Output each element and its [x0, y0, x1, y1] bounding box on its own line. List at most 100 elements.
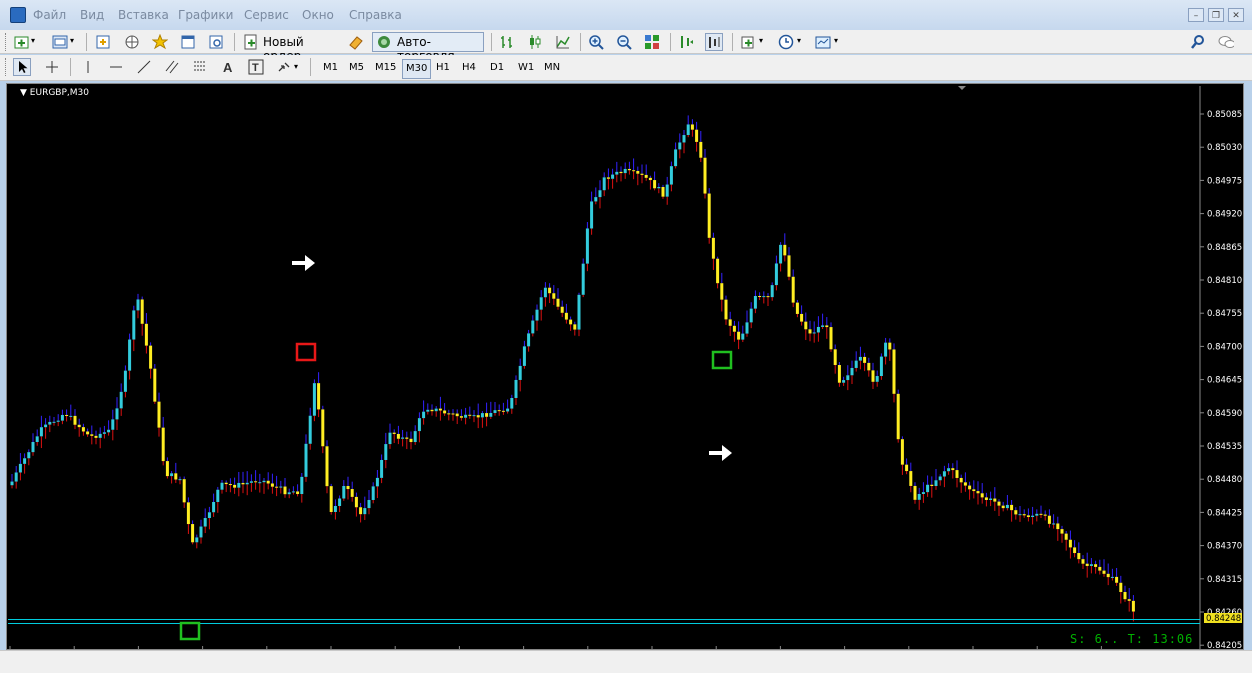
- candle: [690, 119, 694, 137]
- candle: [984, 492, 988, 507]
- right-arrow-icon: [292, 255, 315, 271]
- candle: [254, 470, 258, 490]
- candle: [153, 364, 157, 404]
- candle: [947, 463, 951, 475]
- candle: [132, 305, 136, 352]
- candle: [829, 322, 833, 352]
- candle: [644, 164, 648, 181]
- candle: [598, 180, 602, 209]
- candle: [342, 480, 346, 501]
- candle: [888, 338, 892, 361]
- candle: [1131, 595, 1135, 622]
- candle: [161, 416, 165, 466]
- candle: [18, 453, 22, 481]
- candle: [745, 310, 749, 337]
- candle: [1119, 575, 1123, 604]
- candle: [783, 233, 787, 262]
- candle: [1106, 563, 1110, 586]
- candle: [636, 166, 640, 186]
- candle: [237, 471, 241, 497]
- candle: [720, 272, 724, 312]
- candle: [77, 418, 81, 437]
- candle: [938, 474, 942, 486]
- candle: [480, 411, 484, 428]
- status-indicator: S: 6.. T: 13:06: [1070, 632, 1194, 646]
- candle: [1035, 509, 1039, 522]
- candle: [1094, 560, 1098, 574]
- candle: [262, 478, 266, 494]
- candle: [917, 487, 921, 510]
- candle: [997, 499, 1001, 516]
- candle: [884, 337, 888, 365]
- candle: [871, 362, 875, 389]
- candle: [627, 161, 631, 175]
- candle: [892, 343, 896, 403]
- candle: [527, 329, 531, 352]
- candle: [241, 471, 245, 494]
- candle: [510, 394, 514, 414]
- candle: [980, 483, 984, 504]
- candle: [191, 520, 195, 545]
- candle: [501, 402, 505, 415]
- candle: [409, 431, 413, 450]
- candle: [825, 317, 829, 339]
- candle: [296, 484, 300, 497]
- candle: [602, 172, 606, 197]
- candle: [850, 360, 854, 385]
- candle: [65, 409, 69, 422]
- candle: [434, 406, 438, 417]
- candle: [354, 492, 358, 517]
- candle: [791, 269, 795, 308]
- candle: [199, 519, 203, 544]
- candle: [867, 357, 871, 377]
- candle: [816, 316, 820, 342]
- candle: [976, 481, 980, 505]
- price-tick-label: 0.84700: [1207, 342, 1242, 352]
- candle: [186, 497, 190, 534]
- candle: [842, 376, 846, 386]
- candle: [1039, 505, 1043, 518]
- candle: [930, 476, 934, 498]
- candle: [661, 184, 665, 199]
- candle: [913, 482, 917, 504]
- candle: [682, 130, 686, 154]
- candle: [258, 473, 262, 493]
- candle: [81, 423, 85, 436]
- candle: [648, 175, 652, 190]
- candle: [711, 232, 715, 270]
- candle: [1110, 568, 1114, 581]
- candle: [308, 407, 312, 450]
- candle: [447, 409, 451, 421]
- candle: [212, 493, 216, 517]
- candle: [993, 487, 997, 511]
- candle: [968, 481, 972, 500]
- candle: [128, 333, 132, 380]
- candle: [111, 409, 115, 441]
- candle: [732, 320, 736, 342]
- candle: [695, 121, 699, 152]
- candle: [380, 454, 384, 484]
- candle: [728, 311, 732, 336]
- candle: [270, 473, 274, 494]
- candle: [749, 302, 753, 329]
- status-bar: [0, 650, 1252, 673]
- candle: [23, 453, 27, 474]
- candle: [338, 495, 342, 513]
- candle: [921, 482, 925, 503]
- candle: [787, 247, 791, 281]
- candle: [846, 365, 850, 391]
- candle: [972, 480, 976, 499]
- candle: [31, 433, 35, 456]
- candle: [291, 486, 295, 495]
- candle: [233, 477, 237, 494]
- candle: [934, 468, 938, 490]
- candle: [766, 293, 770, 307]
- chart-menu-triangle-icon[interactable]: ▼: [20, 88, 27, 98]
- right-arrow-icon: [709, 445, 732, 461]
- candle: [812, 321, 816, 343]
- candle: [1056, 516, 1060, 541]
- candle: [216, 486, 220, 513]
- candle: [426, 403, 430, 415]
- candle: [10, 473, 14, 489]
- candle: [39, 415, 43, 449]
